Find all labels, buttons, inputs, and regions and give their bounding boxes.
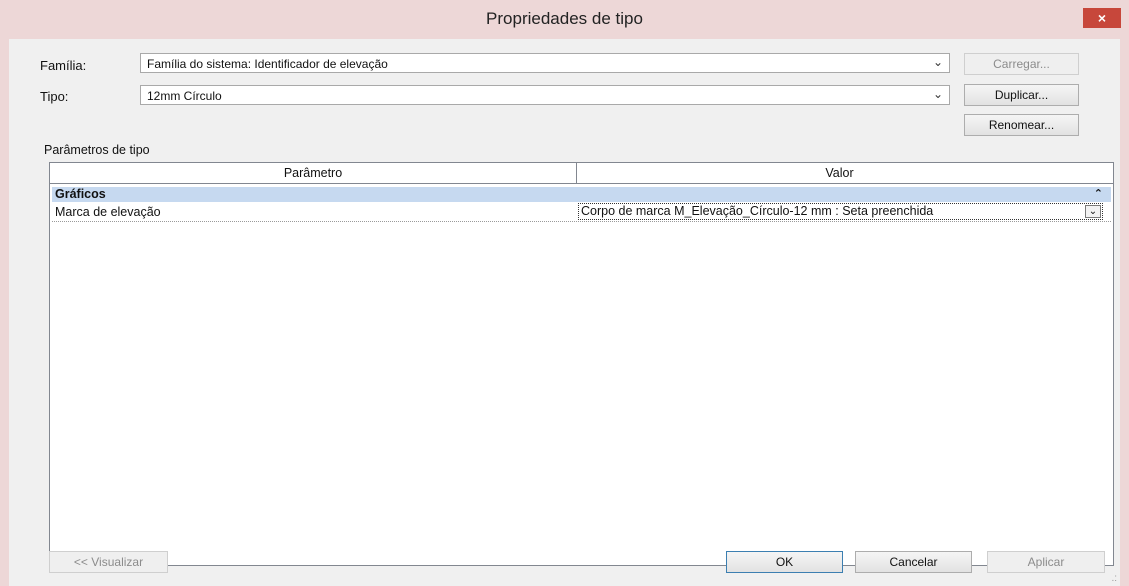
family-dropdown[interactable]: Família do sistema: Identificador de ele… <box>140 53 950 73</box>
family-value: Família do sistema: Identificador de ele… <box>147 57 388 71</box>
title-bar[interactable]: Propriedades de tipo × <box>0 0 1129 39</box>
type-parameters-label: Parâmetros de tipo <box>44 143 150 157</box>
collapse-icon[interactable]: ⌃ <box>1094 187 1103 202</box>
resize-grip-icon[interactable]: .: <box>1111 573 1117 584</box>
chevron-down-icon: ⌄ <box>932 87 943 101</box>
group-row-graphics[interactable]: Gráficos ⌃ <box>52 187 1111 202</box>
type-value: 12mm Círculo <box>147 89 222 103</box>
close-icon: × <box>1097 10 1107 26</box>
load-button[interactable]: Carregar... <box>964 53 1079 75</box>
parameter-row[interactable]: Marca de elevação Corpo de marca M_Eleva… <box>52 203 1111 222</box>
group-name: Gráficos <box>55 187 106 201</box>
type-dropdown[interactable]: 12mm Círculo ⌄ <box>140 85 950 105</box>
preview-button[interactable]: << Visualizar <box>49 551 168 573</box>
dialog-body: Família: Família do sistema: Identificad… <box>9 39 1120 586</box>
parameter-value-dropdown[interactable]: Corpo de marca M_Elevação_Círculo-12 mm … <box>578 203 1103 220</box>
apply-button[interactable]: Aplicar <box>987 551 1105 573</box>
chevron-down-icon: ⌄ <box>932 55 943 69</box>
dialog-title: Propriedades de tipo <box>486 9 643 28</box>
column-header-value[interactable]: Valor <box>577 163 1102 183</box>
parameters-grid: Parâmetro Valor Gráficos ⌃ Marca de elev… <box>49 162 1114 566</box>
rename-button[interactable]: Renomear... <box>964 114 1079 136</box>
parameter-name: Marca de elevação <box>55 205 161 219</box>
cancel-button[interactable]: Cancelar <box>855 551 972 573</box>
duplicate-button[interactable]: Duplicar... <box>964 84 1079 106</box>
column-header-parameter[interactable]: Parâmetro <box>50 163 577 183</box>
close-button[interactable]: × <box>1083 8 1121 28</box>
type-properties-dialog: Propriedades de tipo × Família: Família … <box>0 0 1129 586</box>
grid-header: Parâmetro Valor <box>50 163 1113 184</box>
family-label: Família: <box>40 58 87 73</box>
ok-button[interactable]: OK <box>726 551 843 573</box>
chevron-down-icon[interactable]: ⌄ <box>1085 205 1101 218</box>
type-label: Tipo: <box>40 89 69 104</box>
parameter-value: Corpo de marca M_Elevação_Círculo-12 mm … <box>581 204 934 218</box>
